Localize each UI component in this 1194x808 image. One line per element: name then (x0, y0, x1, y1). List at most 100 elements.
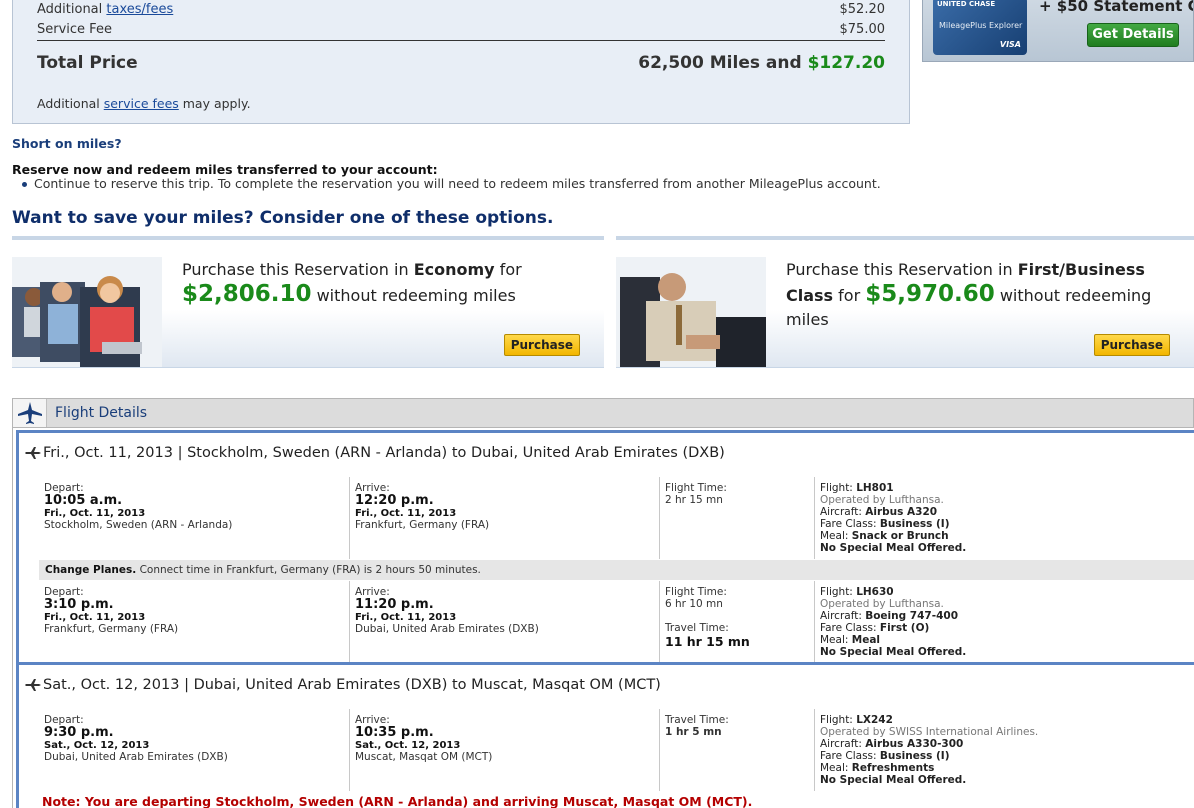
flight-label: Flight: (820, 714, 857, 726)
segment-header: Fri., Oct. 11, 2013 | Stockholm, Sweden … (43, 445, 725, 461)
arrive-place: Frankfurt, Germany (FRA) (355, 519, 490, 531)
depart-cell: Depart: 3:10 p.m. Fri., Oct. 11, 2013 Fr… (39, 581, 350, 663)
aircraft-label: Aircraft: (820, 506, 866, 518)
business-promo-text: Purchase this Reservation in First/Busin… (786, 258, 1176, 332)
arrive-time: 10:35 p.m. (355, 725, 434, 740)
arrive-date: Fri., Oct. 11, 2013 (355, 612, 457, 623)
flight-label: Flight: (820, 586, 857, 598)
short-on-miles-heading: Short on miles? (12, 136, 122, 151)
arrive-date: Fri., Oct. 11, 2013 (355, 508, 457, 519)
depart-date: Fri., Oct. 11, 2013 (44, 508, 146, 519)
flight-leg: Depart: 10:05 a.m. Fri., Oct. 11, 2013 S… (39, 477, 1194, 559)
plane-icon-box (13, 399, 47, 427)
arrive-place: Muscat, Masqat OM (MCT) (355, 751, 493, 763)
change-planes-row: Change Planes. Connect time in Frankfurt… (39, 560, 1194, 580)
arrive-cell: Arrive: 11:20 p.m. Fri., Oct. 11, 2013 D… (350, 581, 660, 663)
business-mid: for (833, 286, 866, 305)
operated-by: Operated by Lufthansa. (820, 494, 944, 506)
fare-class: First (O) (879, 622, 930, 634)
fare-class: Business (I) (879, 518, 950, 530)
credit-card-image: UNITED CHASE MileagePlus Explorer VISA (933, 0, 1027, 55)
flight-details-header[interactable]: Flight Details (12, 398, 1194, 428)
aircraft: Airbus A320 (865, 506, 938, 518)
promo-economy: Purchase this Reservation in Economy for… (12, 236, 604, 368)
flight-segment: Fri., Oct. 11, 2013 | Stockholm, Sweden … (16, 430, 1194, 663)
plane-icon (25, 679, 41, 691)
economy-price: $2,806.10 (182, 281, 312, 307)
travel-time: 11 hr 15 mn (665, 634, 750, 649)
change-planes-label: Change Planes. (45, 564, 137, 576)
purchase-economy-button[interactable]: Purchase (503, 334, 580, 356)
operated-by: Operated by SWISS International Airlines… (820, 726, 1039, 738)
taxes-prefix: Additional (37, 2, 107, 17)
ad-headline: + $50 Statement Cre (1039, 0, 1193, 15)
arrive-cell: Arrive: 12:20 p.m. Fri., Oct. 11, 2013 F… (350, 477, 660, 559)
flight-segment: Sat., Oct. 12, 2013 | Dubai, United Arab… (16, 662, 1194, 808)
flight-time-cell: Flight Time: 2 hr 15 mn (660, 477, 815, 559)
promo-first-business: Purchase this Reservation in First/Busin… (616, 236, 1194, 368)
aircraft: Boeing 747-400 (865, 610, 958, 622)
flight-time: 6 hr 10 mn (665, 598, 723, 610)
travel-time: 1 hr 5 mn (665, 726, 722, 738)
plane-icon (25, 447, 41, 459)
meal-label: Meal: (820, 634, 852, 646)
segment-header: Sat., Oct. 12, 2013 | Dubai, United Arab… (43, 677, 661, 693)
depart-time: 9:30 p.m. (44, 725, 114, 740)
additional-suffix: may apply. (178, 96, 251, 111)
reserve-bullet-item: Continue to reserve this trip. To comple… (22, 176, 881, 191)
service-fee-row: Service Fee $75.00 (37, 22, 885, 37)
service-fees-link[interactable]: service fees (104, 96, 179, 111)
flight-leg: Depart: 3:10 p.m. Fri., Oct. 11, 2013 Fr… (39, 581, 1194, 663)
meal: Snack or Brunch (851, 530, 949, 542)
depart-date: Fri., Oct. 11, 2013 (44, 612, 146, 623)
travel-time-cell: Travel Time: 1 hr 5 mn (660, 709, 815, 791)
total-price-value: 62,500 Miles and $127.20 (638, 53, 885, 73)
price-divider (37, 40, 885, 41)
arrive-time: 11:20 p.m. (355, 597, 434, 612)
arrive-cell: Arrive: 10:35 p.m. Sat., Oct. 12, 2013 M… (350, 709, 660, 791)
fare-label: Fare Class: (820, 622, 880, 634)
fare-label: Fare Class: (820, 518, 880, 530)
economy-class-name: Economy (413, 260, 495, 279)
change-planes-text: Connect time in Frankfurt, Germany (FRA)… (136, 564, 481, 576)
arrive-place: Dubai, United Arab Emirates (DXB) (355, 623, 539, 635)
depart-date: Sat., Oct. 12, 2013 (44, 740, 150, 751)
aircraft: Airbus A330-300 (865, 738, 964, 750)
depart-place: Stockholm, Sweden (ARN - Arlanda) (44, 519, 233, 531)
arrive-date: Sat., Oct. 12, 2013 (355, 740, 461, 751)
special-meal: No Special Meal Offered. (820, 542, 967, 554)
service-fee-amount: $75.00 (839, 22, 886, 37)
get-details-button[interactable]: Get Details (1087, 23, 1179, 47)
credit-card-ad[interactable]: UNITED CHASE MileagePlus Explorer VISA +… (922, 0, 1194, 62)
taxes-row: Additional taxes/fees $52.20 (37, 2, 885, 17)
itinerary-note: Note: You are departing Stockholm, Swede… (42, 794, 753, 808)
economy-prefix: Purchase this Reservation in (182, 260, 414, 279)
save-miles-heading: Want to save your miles? Consider one of… (12, 208, 554, 228)
economy-passengers-image (12, 257, 162, 367)
fare-class: Business (I) (879, 750, 950, 762)
purchase-business-button[interactable]: Purchase (1093, 334, 1170, 356)
taxes-amount: $52.20 (839, 2, 886, 17)
flight-number: LX242 (856, 714, 893, 726)
flight-leg: Depart: 9:30 p.m. Sat., Oct. 12, 2013 Du… (39, 709, 1194, 791)
travel-time-label: Travel Time: (665, 714, 729, 726)
economy-promo-text: Purchase this Reservation in Economy for… (182, 258, 572, 308)
business-passenger-image (616, 257, 766, 367)
meal: Refreshments (851, 762, 935, 774)
flight-info-cell: Flight: LH801 Operated by Lufthansa. Air… (815, 477, 1194, 559)
flight-time: 2 hr 15 mn (665, 494, 723, 506)
economy-mid: for (494, 260, 522, 279)
aircraft-label: Aircraft: (820, 738, 866, 750)
depart-place: Dubai, United Arab Emirates (DXB) (44, 751, 228, 763)
depart-place: Frankfurt, Germany (FRA) (44, 623, 179, 635)
additional-fees-note: Additional service fees may apply. (37, 96, 251, 111)
special-meal: No Special Meal Offered. (820, 646, 967, 658)
price-summary: Additional taxes/fees $52.20 Service Fee… (12, 0, 910, 124)
flight-time-label: Flight Time: (665, 586, 727, 598)
flight-label: Flight: (820, 482, 857, 494)
card-name: MileagePlus Explorer (939, 21, 1023, 30)
depart-time: 3:10 p.m. (44, 597, 114, 612)
flight-details-title[interactable]: Flight Details (55, 405, 147, 421)
taxes-fees-link[interactable]: taxes/fees (106, 2, 173, 17)
economy-suffix: without redeeming miles (311, 286, 516, 305)
